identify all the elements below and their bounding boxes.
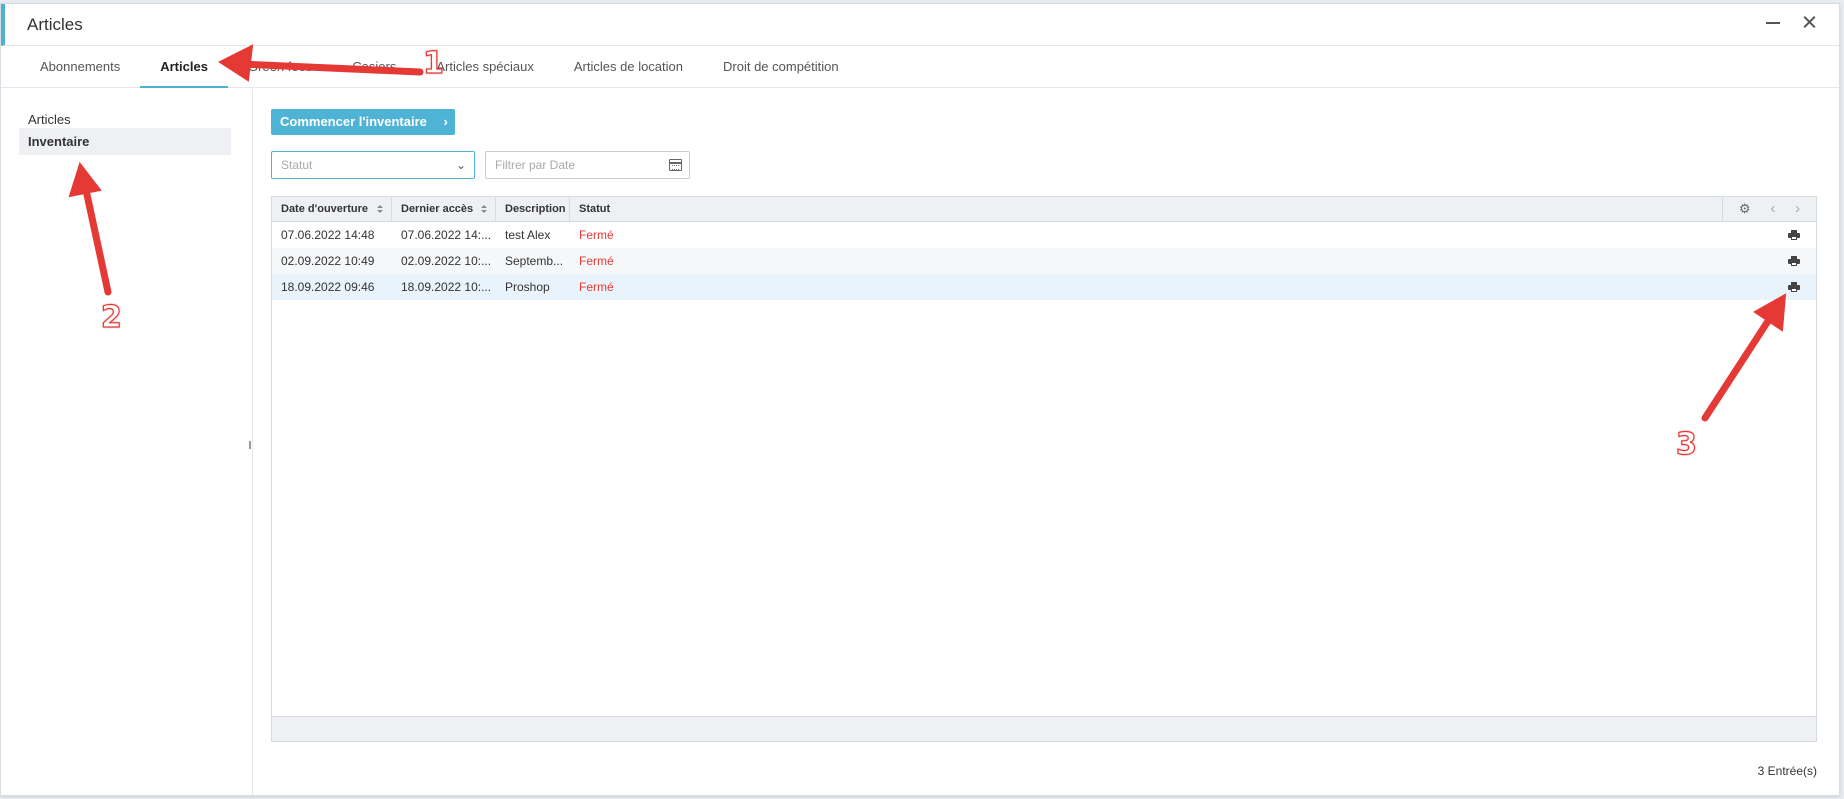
cell-opened: 02.09.2022 10:49 [281, 254, 375, 268]
entries-count: 3 Entrée(s) [1757, 764, 1817, 778]
grid-tools: ⚙ ‹ › [1722, 197, 1816, 221]
date-filter-input[interactable]: Filtrer par Date [485, 151, 690, 179]
column-statut[interactable]: Statut [570, 197, 610, 221]
cell-status: Fermé [579, 280, 614, 294]
table-header: Date d'ouverture Dernier accès Descripti… [272, 197, 1816, 222]
cell-description: Septemb... [505, 254, 564, 268]
annotation-number-2: 2 [100, 299, 122, 335]
start-inventory-label: Commencer l'inventaire [280, 114, 427, 129]
column-label: Date d'ouverture [281, 203, 368, 215]
cell-description: Proshop [505, 280, 550, 294]
cell-last-access: 07.06.2022 14:... [401, 228, 492, 242]
print-icon[interactable] [1788, 230, 1800, 240]
sort-icon[interactable] [377, 205, 383, 214]
sort-icon[interactable] [481, 205, 487, 214]
annotation-number-1: 1 [422, 45, 444, 81]
table-row[interactable]: 02.09.2022 10:49 02.09.2022 10:... Septe… [272, 248, 1816, 274]
print-icon[interactable] [1788, 256, 1800, 266]
chevron-left-icon[interactable]: ‹ [1770, 197, 1775, 221]
tab-articles[interactable]: Articles [140, 46, 228, 88]
inventory-table: Date d'ouverture Dernier accès Descripti… [271, 196, 1817, 742]
table-row[interactable]: 18.09.2022 09:46 18.09.2022 10:... Prosh… [272, 274, 1816, 300]
content-area: Articles Inventaire Commencer l'inventai… [1, 89, 1839, 795]
tab-abonnements[interactable]: Abonnements [20, 46, 140, 87]
cell-status: Fermé [579, 254, 614, 268]
cell-opened: 07.06.2022 14:48 [281, 228, 375, 242]
tab-casiers[interactable]: Casiers [332, 46, 416, 87]
sidebar: Articles Inventaire [1, 89, 253, 795]
print-icon[interactable] [1788, 282, 1800, 292]
status-select-placeholder: Statut [281, 158, 313, 172]
cell-status: Fermé [579, 228, 614, 242]
chevron-right-icon[interactable]: › [1795, 197, 1800, 221]
column-dernier-acces[interactable]: Dernier accès [392, 197, 496, 221]
minimize-icon[interactable] [1765, 14, 1781, 30]
gear-icon[interactable]: ⚙ [1739, 197, 1751, 221]
start-inventory-button[interactable]: Commencer l'inventaire › [271, 109, 455, 135]
column-description[interactable]: Description [496, 197, 570, 221]
column-label: Dernier accès [401, 203, 474, 215]
cell-description: test Alex [505, 228, 551, 242]
tab-green-fees[interactable]: Green fees [228, 46, 332, 87]
column-label: Statut [579, 203, 611, 215]
chevron-down-icon: ⌄ [455, 158, 466, 172]
calendar-icon[interactable] [669, 159, 682, 171]
splitter-handle[interactable] [249, 441, 251, 449]
cell-last-access: 18.09.2022 10:... [401, 280, 492, 294]
column-date-ouverture[interactable]: Date d'ouverture [272, 197, 392, 221]
main-panel: Commencer l'inventaire › Statut ⌄ Filtre… [271, 89, 1817, 795]
chevron-right-icon: › [443, 114, 448, 129]
date-filter-placeholder: Filtrer par Date [495, 158, 576, 172]
table-footer [272, 716, 1816, 741]
status-select[interactable]: Statut ⌄ [271, 151, 475, 179]
column-label: Description [505, 203, 566, 215]
annotation-number-3: 3 [1675, 426, 1697, 462]
window-controls [1765, 14, 1817, 30]
tab-articles-location[interactable]: Articles de location [554, 46, 703, 87]
articles-window: Articles Abonnements Articles Green fees… [0, 3, 1840, 796]
window-title: Articles [27, 15, 83, 34]
tab-bar: Abonnements Articles Green fees Casiers … [1, 46, 1839, 88]
sidebar-item-inventaire[interactable]: Inventaire [19, 128, 231, 155]
title-bar: Articles [1, 4, 1839, 46]
tab-droit-competition[interactable]: Droit de compétition [703, 46, 859, 87]
cell-opened: 18.09.2022 09:46 [281, 280, 375, 294]
close-icon[interactable] [1801, 14, 1817, 30]
table-row[interactable]: 07.06.2022 14:48 07.06.2022 14:... test … [272, 222, 1816, 248]
cell-last-access: 02.09.2022 10:... [401, 254, 492, 268]
